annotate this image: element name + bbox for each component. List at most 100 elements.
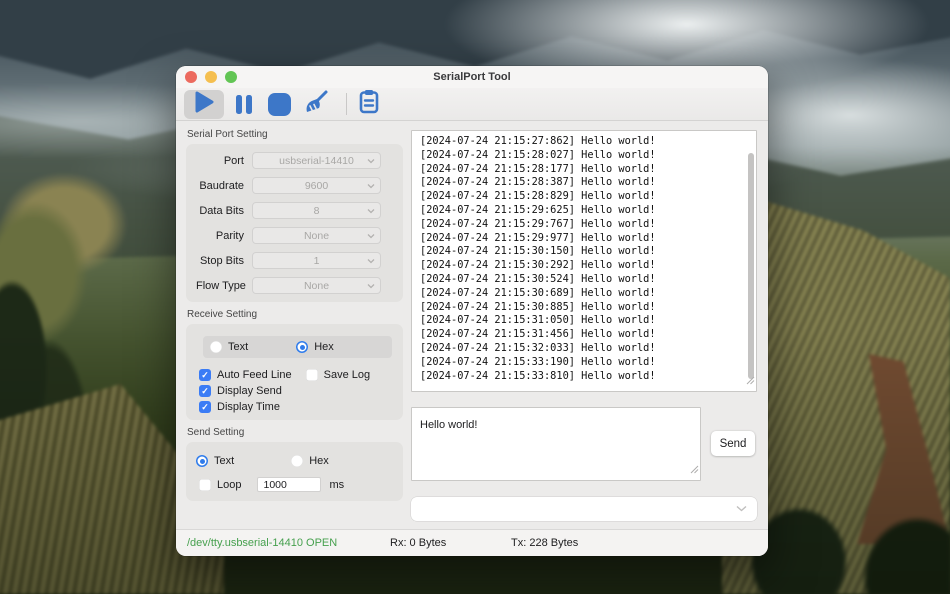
window-content: Serial Port Setting Port usbserial-14410…	[176, 121, 768, 529]
start-button[interactable]	[184, 89, 224, 119]
port-label: Port	[223, 154, 244, 167]
send-message-textarea[interactable]: Hello world!	[411, 407, 701, 481]
port-status-text: /dev/tty.usbserial-14410 OPEN	[187, 537, 338, 549]
receive-text-radio[interactable]: Text	[210, 341, 248, 353]
loop-label: Loop	[217, 478, 242, 491]
flow-type-select[interactable]: None	[252, 277, 381, 294]
close-button[interactable]	[185, 71, 197, 83]
receive-hex-radio-label: Hex	[314, 341, 334, 353]
serial-port-setting-group: Port usbserial-14410 Baudrate 9600 Data …	[186, 144, 403, 302]
stop-icon	[267, 92, 291, 116]
auto-feed-line-label: Auto Feed Line	[217, 369, 292, 381]
chevron-down-icon	[367, 233, 375, 239]
loop-checkbox[interactable]: Loop	[199, 478, 242, 491]
receive-log-area[interactable]: [2024-07-24 21:15:27:862] Hello world! […	[411, 130, 757, 392]
chevron-down-icon	[367, 208, 375, 214]
data-bits-select[interactable]: 8	[252, 202, 381, 219]
port-value: usbserial-14410	[279, 154, 354, 167]
send-hex-radio-label: Hex	[309, 455, 329, 467]
window-title: SerialPort Tool	[433, 71, 511, 83]
send-mode-row: Text Hex	[186, 455, 403, 467]
radio-selected-icon	[296, 341, 309, 353]
log-line: [2024-07-24 21:15:30:689] Hello world!	[420, 286, 656, 299]
log-line: [2024-07-24 21:15:29:977] Hello world!	[420, 231, 656, 244]
display-time-label: Display Time	[217, 401, 280, 413]
stop-bits-label: Stop Bits	[199, 254, 244, 267]
quick-send-combobox[interactable]	[411, 497, 757, 521]
traffic-lights	[185, 71, 237, 83]
pause-button[interactable]	[232, 90, 256, 119]
baudrate-select[interactable]: 9600	[252, 177, 381, 194]
stop-button[interactable]	[265, 90, 293, 119]
parity-label: Parity	[215, 229, 244, 242]
checkbox-checked-icon: ✓	[199, 401, 211, 413]
loop-interval-value: 1000	[263, 478, 287, 491]
receive-text-radio-label: Text	[228, 341, 249, 353]
log-button[interactable]	[356, 90, 382, 119]
serialport-tool-window: SerialPort Tool Serial Port Setting Port…	[176, 66, 768, 556]
baudrate-value: 9600	[304, 179, 329, 192]
loop-interval-input[interactable]: 1000	[257, 477, 322, 492]
send-area: Hello world! Send	[411, 407, 757, 481]
loop-row: Loop 1000 ms	[186, 477, 403, 492]
log-line: [2024-07-24 21:15:33:810] Hello world!	[420, 369, 656, 382]
clear-button[interactable]	[297, 90, 333, 119]
settings-panel: Serial Port Setting Port usbserial-14410…	[186, 121, 403, 501]
log-scrollbar[interactable]	[748, 153, 754, 379]
send-text-radio[interactable]: Text	[196, 455, 234, 467]
log-line: [2024-07-24 21:15:30:524] Hello world!	[420, 272, 656, 285]
zoom-button[interactable]	[225, 71, 237, 83]
log-line: [2024-07-24 21:15:30:292] Hello world!	[420, 259, 656, 272]
radio-icon	[291, 455, 304, 467]
tx-bytes-text: Tx: 228 Bytes	[511, 537, 579, 549]
send-setting-group: Text Hex Loop 1000 ms	[186, 442, 403, 501]
checkbox-checked-icon: ✓	[199, 385, 211, 397]
log-line: [2024-07-24 21:15:28:387] Hello world!	[420, 176, 656, 189]
stop-bits-select[interactable]: 1	[252, 252, 381, 269]
display-time-checkbox[interactable]: ✓ Display Time	[199, 401, 280, 413]
save-log-checkbox[interactable]: Save Log	[305, 369, 371, 381]
desktop: SerialPort Tool Serial Port Setting Port…	[0, 0, 950, 594]
log-line: [2024-07-24 21:15:28:177] Hello world!	[420, 162, 656, 175]
log-line: [2024-07-24 21:15:31:456] Hello world!	[420, 328, 656, 341]
receive-setting-group: Text Hex ✓ Auto Feed Line Save Log ✓ Dis…	[186, 324, 403, 420]
port-select[interactable]: usbserial-14410	[252, 152, 381, 169]
log-line: [2024-07-24 21:15:29:625] Hello world!	[420, 203, 656, 216]
chevron-down-icon	[736, 505, 747, 512]
flow-type-label: Flow Type	[196, 279, 246, 292]
radio-icon	[210, 341, 222, 353]
chevron-down-icon	[367, 283, 375, 289]
send-button[interactable]: Send	[711, 431, 755, 456]
status-bar: /dev/tty.usbserial-14410 OPEN Rx: 0 Byte…	[176, 529, 768, 556]
clean-icon	[301, 89, 329, 120]
clipboard-icon	[358, 89, 380, 119]
parity-select[interactable]: None	[252, 227, 381, 244]
parity-value: None	[303, 229, 330, 242]
titlebar: SerialPort Tool	[176, 66, 768, 88]
send-setting-label: Send Setting	[187, 427, 245, 438]
minimize-button[interactable]	[205, 71, 217, 83]
toolbar-separator	[346, 93, 347, 115]
flow-type-value: None	[303, 279, 330, 292]
rx-bytes-text: Rx: 0 Bytes	[390, 537, 447, 549]
chevron-down-icon	[367, 258, 375, 264]
resize-grip-icon[interactable]	[690, 461, 699, 479]
log-line: [2024-07-24 21:15:28:027] Hello world!	[420, 148, 656, 161]
receive-options: ✓ Auto Feed Line Save Log ✓ Display Send…	[186, 358, 403, 415]
play-icon	[194, 91, 214, 118]
send-hex-radio[interactable]: Hex	[291, 455, 329, 467]
log-line: [2024-07-24 21:15:30:885] Hello world!	[420, 300, 656, 313]
data-bits-label: Data Bits	[199, 204, 244, 217]
log-line: [2024-07-24 21:15:32:033] Hello world!	[420, 341, 656, 354]
save-log-label: Save Log	[323, 369, 371, 381]
resize-grip-icon[interactable]	[746, 372, 755, 390]
toolbar	[176, 88, 768, 121]
chevron-down-icon	[367, 158, 375, 164]
display-send-checkbox[interactable]: ✓ Display Send	[199, 385, 282, 397]
loop-unit-label: ms	[329, 478, 345, 491]
receive-hex-radio[interactable]: Hex	[296, 341, 334, 353]
log-line: [2024-07-24 21:15:28:829] Hello world!	[420, 190, 656, 203]
log-line: [2024-07-24 21:15:27:862] Hello world!	[420, 135, 656, 147]
auto-feed-line-checkbox[interactable]: ✓ Auto Feed Line	[199, 369, 292, 381]
chevron-down-icon	[367, 183, 375, 189]
